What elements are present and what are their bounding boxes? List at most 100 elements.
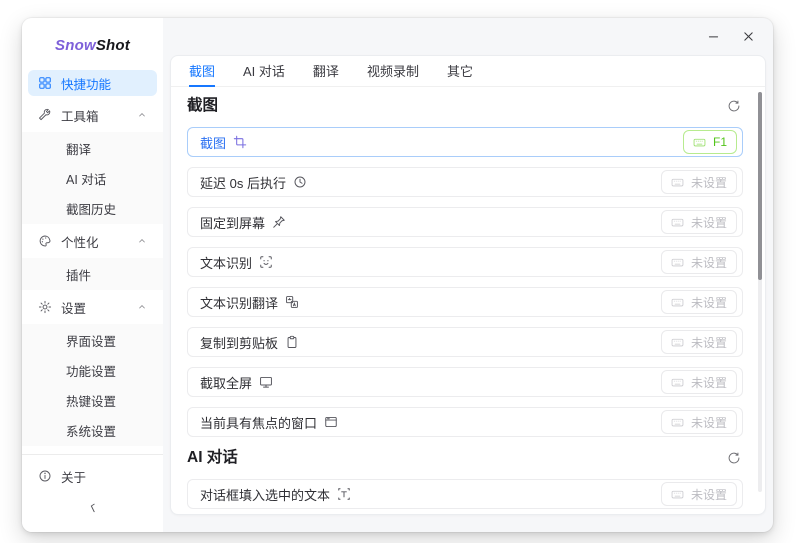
tab-translate[interactable]: 翻译 — [313, 56, 339, 87]
sidebar-item-feature-settings[interactable]: 功能设置 — [22, 355, 163, 385]
sidebar-item-about[interactable]: 关于 — [28, 463, 157, 489]
app-window: SnowShot 快捷功能 工具箱 翻译 AI 对话 — [22, 18, 773, 532]
keyboard-icon — [671, 256, 684, 269]
refresh-icon — [727, 451, 741, 465]
sidebar-item-label: 截图历史 — [66, 199, 116, 218]
sidebar-item-label: 插件 — [66, 265, 91, 284]
window-icon — [324, 415, 338, 429]
keyboard-icon — [671, 488, 684, 501]
refresh-icon — [727, 99, 741, 113]
sidebar-collapse-button[interactable] — [22, 494, 163, 522]
sidebar-item-ui-settings[interactable]: 界面设置 — [22, 325, 163, 355]
shortcut-label: 未设置 — [691, 214, 727, 231]
hotkey-label: 文本识别 — [200, 253, 273, 272]
scrollbar-thumb[interactable] — [758, 92, 762, 280]
hotkey-row-screenshot[interactable]: 截图 F1 — [187, 127, 743, 157]
ocr-scan-icon — [259, 255, 273, 269]
hotkey-label-text: 固定到屏幕 — [200, 213, 265, 232]
shortcut-label: 未设置 — [691, 334, 727, 351]
sidebar-item-toolbox[interactable]: 工具箱 — [28, 102, 157, 128]
sidebar: SnowShot 快捷功能 工具箱 翻译 AI 对话 — [22, 18, 163, 532]
chevron-up-icon — [137, 236, 147, 246]
hotkey-label: 截取全屏 — [200, 373, 273, 392]
content-card: 截图 AI 对话 翻译 视频录制 其它 截图 — [170, 55, 766, 515]
hotkey-label-text: 对话框填入选中的文本 — [200, 485, 330, 504]
personalization-children: 插件 — [22, 258, 163, 290]
shortcut-label: 未设置 — [691, 414, 727, 431]
window-controls — [705, 28, 757, 45]
tab-other[interactable]: 其它 — [447, 56, 473, 87]
hotkey-row-ocr-translate[interactable]: 文本识别翻译 未设置 — [187, 287, 743, 317]
sidebar-item-label: 快捷功能 — [61, 74, 111, 93]
hotkey-label-text: 延迟 0s 后执行 — [200, 173, 286, 192]
sidebar-item-screenshot-history[interactable]: 截图历史 — [22, 193, 163, 223]
sidebar-item-settings[interactable]: 设置 — [28, 294, 157, 320]
tab-ai-chat[interactable]: AI 对话 — [243, 56, 285, 87]
sidebar-item-label: 个性化 — [61, 232, 99, 251]
keyboard-icon — [671, 416, 684, 429]
shortcut-button[interactable]: 未设置 — [661, 290, 737, 314]
keyboard-icon — [693, 136, 706, 149]
shortcut-label: 未设置 — [691, 374, 727, 391]
tab-video-record[interactable]: 视频录制 — [367, 56, 419, 87]
refresh-button[interactable] — [725, 97, 743, 115]
sidebar-item-label: 工具箱 — [61, 106, 99, 125]
hotkey-row-fullscreen-capture[interactable]: 截取全屏 未设置 — [187, 367, 743, 397]
clipboard-icon — [285, 335, 299, 349]
minimize-button[interactable] — [705, 28, 722, 45]
palette-icon — [38, 234, 52, 248]
shortcut-button[interactable]: F1 — [683, 130, 737, 154]
tab-screenshot[interactable]: 截图 — [189, 56, 215, 87]
sidebar-divider — [22, 454, 163, 455]
hotkey-row-copy-to-clipboard[interactable]: 复制到剪贴板 未设置 — [187, 327, 743, 357]
sidebar-item-translate[interactable]: 翻译 — [22, 133, 163, 163]
shortcut-button[interactable]: 未设置 — [661, 330, 737, 354]
shortcut-button[interactable]: 未设置 — [661, 210, 737, 234]
crop-icon — [233, 135, 247, 149]
hotkey-label: 固定到屏幕 — [200, 213, 286, 232]
keyboard-icon — [671, 336, 684, 349]
shortcut-label: F1 — [713, 135, 727, 149]
hotkey-row-focused-window[interactable]: 当前具有焦点的窗口 未设置 — [187, 407, 743, 437]
shortcut-label: 未设置 — [691, 294, 727, 311]
gear-icon — [38, 300, 52, 314]
sidebar-item-label: 功能设置 — [66, 361, 116, 380]
close-icon — [742, 30, 755, 43]
sidebar-item-ai-chat[interactable]: AI 对话 — [22, 163, 163, 193]
section-header-screenshot: 截图 — [187, 95, 743, 117]
sidebar-item-label: 翻译 — [66, 139, 91, 158]
shortcut-button[interactable]: 未设置 — [661, 250, 737, 274]
shortcut-button[interactable]: 未设置 — [661, 170, 737, 194]
shortcut-button[interactable]: 未设置 — [661, 410, 737, 434]
hotkey-row-ocr[interactable]: 文本识别 未设置 — [187, 247, 743, 277]
hotkey-row-chat-fill-selected-text[interactable]: 对话框填入选中的文本 未设置 — [187, 479, 743, 509]
appstore-icon — [38, 76, 52, 90]
keyboard-icon — [671, 296, 684, 309]
shortcut-button[interactable]: 未设置 — [661, 370, 737, 394]
sidebar-item-personalization[interactable]: 个性化 — [28, 228, 157, 254]
hotkey-label-text: 当前具有焦点的窗口 — [200, 413, 317, 432]
refresh-button[interactable] — [725, 449, 743, 467]
sidebar-item-label: 系统设置 — [66, 421, 116, 440]
sidebar-item-plugins[interactable]: 插件 — [22, 259, 163, 289]
keyboard-icon — [671, 216, 684, 229]
tab-label: 翻译 — [313, 61, 339, 80]
monitor-icon — [259, 375, 273, 389]
hotkey-label-text: 文本识别翻译 — [200, 293, 278, 312]
chevron-left-icon — [87, 502, 99, 514]
sidebar-item-system-settings[interactable]: 系统设置 — [22, 415, 163, 445]
sidebar-item-quick-functions[interactable]: 快捷功能 — [28, 70, 157, 96]
sidebar-item-label: 关于 — [61, 467, 86, 486]
text-select-icon — [337, 487, 351, 501]
toolbox-children: 翻译 AI 对话 截图历史 — [22, 132, 163, 224]
hotkey-row-delay-execute[interactable]: 延迟 0s 后执行 未设置 — [187, 167, 743, 197]
info-circle-icon — [38, 469, 52, 483]
shortcut-button[interactable]: 未设置 — [661, 482, 737, 506]
close-button[interactable] — [740, 28, 757, 45]
shortcut-label: 未设置 — [691, 486, 727, 503]
minimize-icon — [707, 30, 720, 43]
sidebar-item-hotkey-settings[interactable]: 热键设置 — [22, 385, 163, 415]
settings-children: 界面设置 功能设置 热键设置 系统设置 — [22, 324, 163, 446]
tab-label: 视频录制 — [367, 61, 419, 80]
hotkey-row-pin-to-screen[interactable]: 固定到屏幕 未设置 — [187, 207, 743, 237]
